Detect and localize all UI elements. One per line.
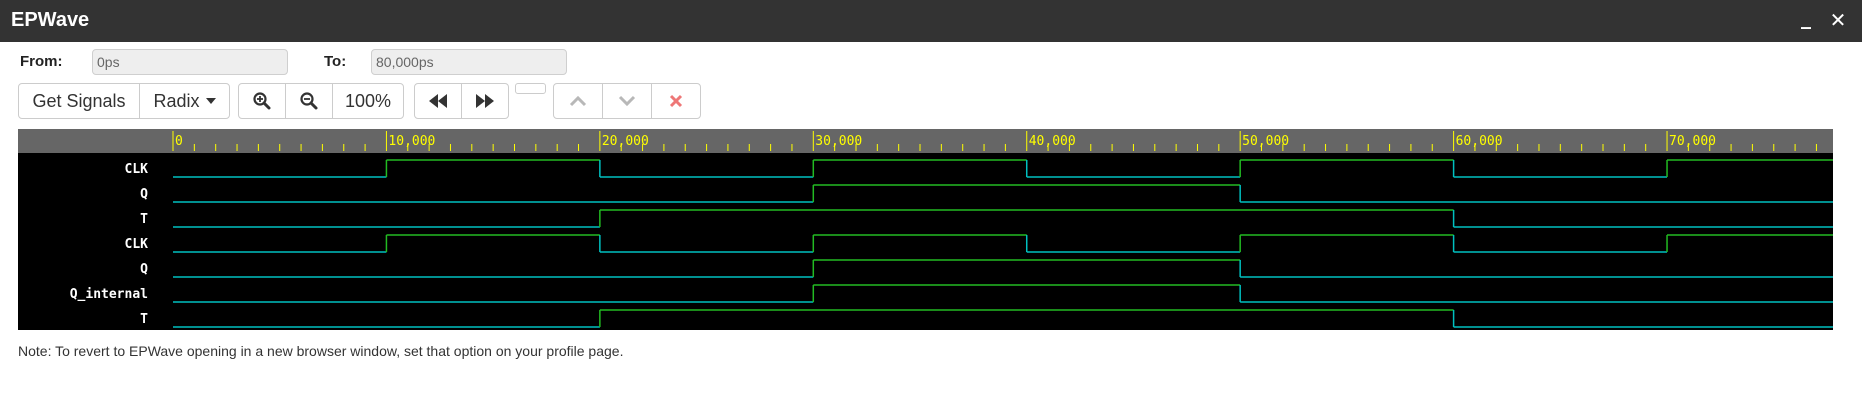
ruler-tick-label: 0: [175, 134, 183, 149]
remove-signal-button[interactable]: [651, 83, 701, 119]
move-up-button[interactable]: [553, 83, 603, 119]
profile-note: Note: To revert to EPWave opening in a n…: [18, 343, 624, 359]
fast-forward-icon: [476, 94, 494, 108]
get-signals-button[interactable]: Get Signals: [18, 83, 140, 119]
signal-waveform[interactable]: [173, 159, 1833, 178]
rewind-icon: [429, 94, 447, 108]
signal-waveform[interactable]: [173, 284, 1833, 303]
zoom-out-icon: [300, 92, 318, 110]
from-label: From:: [20, 53, 63, 70]
minimize-button[interactable]: _: [1792, 6, 1820, 34]
ruler-ticks: 0 10,000 20,000 30,000 40,000 50,000 60,000 70,…: [172, 131, 1817, 151]
navigate-button-group: [414, 83, 509, 119]
previous-edge-button[interactable]: [414, 83, 462, 119]
page-scrollbar[interactable]: [1852, 48, 1862, 408]
zoom-out-button[interactable]: [285, 83, 333, 119]
ruler-tick-label: 50,000: [1242, 134, 1289, 149]
signal-waveform[interactable]: [173, 184, 1833, 203]
window-title: EPWave: [11, 9, 90, 31]
blank-button[interactable]: [515, 83, 546, 94]
signal-waveform[interactable]: [173, 259, 1833, 278]
zoom-level-button[interactable]: 100%: [332, 83, 404, 119]
to-label: To:: [324, 53, 347, 70]
close-button[interactable]: ✕: [1824, 6, 1852, 34]
ruler-tick-label: 30,000: [815, 134, 862, 149]
waveform-canvas[interactable]: 0 10,000 20,000 30,000 40,000 50,000 60,000 70,…: [18, 129, 1833, 330]
ruler-tick-label: 70,000: [1669, 134, 1716, 149]
ruler-tick-label: 20,000: [602, 134, 649, 149]
ruler-tick-label: 60,000: [1456, 134, 1503, 149]
move-down-button[interactable]: [602, 83, 652, 119]
radix-label: Radix: [153, 90, 200, 111]
signal-order-button-group: [553, 83, 701, 119]
radix-button[interactable]: Radix: [139, 83, 230, 119]
signal-waveform[interactable]: [173, 309, 1833, 328]
waveform-viewer[interactable]: CLK Q T CLK Q Q_internal T 0 10,000 20,000 30,000…: [18, 129, 1833, 330]
zoom-in-button[interactable]: [238, 83, 286, 119]
signal-waveform[interactable]: [173, 234, 1833, 253]
to-input[interactable]: [371, 49, 567, 75]
caret-down-icon: [205, 98, 216, 104]
remove-icon: [669, 94, 683, 108]
ruler-tick-label: 10,000: [388, 134, 435, 149]
from-input[interactable]: [92, 49, 288, 75]
chevron-up-icon: [569, 95, 587, 107]
title-bar: EPWave _ ✕: [0, 0, 1862, 42]
signals-button-group: Get Signals Radix: [18, 83, 230, 119]
next-edge-button[interactable]: [461, 83, 509, 119]
zoom-in-icon: [253, 92, 271, 110]
zoom-button-group: 100%: [238, 83, 404, 119]
signal-waveform[interactable]: [173, 209, 1833, 228]
ruler-tick-label: 40,000: [1029, 134, 1076, 149]
chevron-down-icon: [618, 95, 636, 107]
